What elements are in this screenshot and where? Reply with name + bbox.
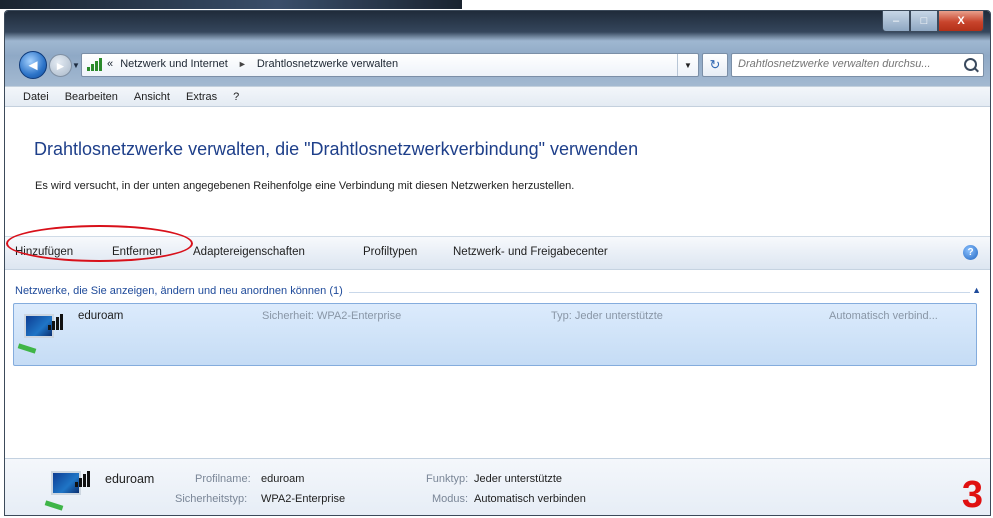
menu-bar: Datei Bearbeiten Ansicht Extras ?: [5, 86, 990, 107]
page-description: Es wird versucht, in der unten angegeben…: [35, 180, 575, 192]
network-mode: Automatisch verbind...: [829, 310, 938, 322]
breadcrumb-separator-icon[interactable]: ►: [231, 59, 254, 69]
collapse-chevron-icon[interactable]: ▲: [972, 285, 981, 295]
back-button[interactable]: ◄: [19, 51, 47, 79]
top-strip: [0, 0, 993, 10]
wireless-network-icon: [44, 467, 91, 513]
security-type-value: WPA2-Enterprise: [261, 493, 346, 505]
recent-pages-dropdown[interactable]: ▼: [72, 61, 80, 70]
refresh-button[interactable]: ↻: [702, 53, 728, 77]
title-bar: – □ X ◄ ► ▼ « Netzwerk und Internet ► Dr…: [5, 11, 990, 86]
forward-button[interactable]: ►: [49, 54, 72, 77]
profile-name-label: Profilname:: [195, 473, 251, 485]
adapter-properties-button[interactable]: Adaptereigenschaften: [193, 246, 305, 258]
network-sharing-center-button[interactable]: Netzwerk- und Freigabecenter: [453, 246, 608, 258]
step-number-annotation: 3: [961, 474, 983, 516]
radio-type-label: Funktyp:: [426, 473, 469, 485]
network-list-item[interactable]: eduroam Sicherheit: WPA2-Enterprise Typ:…: [13, 303, 977, 366]
address-bar[interactable]: « Netzwerk und Internet ► Drahtlosnetzwe…: [81, 53, 699, 77]
network-type: Typ: Jeder unterstützte: [551, 310, 663, 322]
breadcrumb-network-and-internet[interactable]: Netzwerk und Internet: [116, 58, 228, 70]
profile-types-button[interactable]: Profiltypen: [363, 246, 417, 258]
security-type-label: Sicherheitstyp:: [175, 493, 248, 505]
address-dropdown-button[interactable]: ▼: [677, 54, 698, 76]
highlight-annotation-circle: [6, 225, 193, 262]
connection-mode-label: Modus:: [432, 493, 469, 505]
network-name: eduroam: [78, 310, 124, 322]
page-title: Drahtlosnetzwerke verwalten, die "Drahtl…: [34, 139, 639, 159]
network-security: Sicherheit: WPA2-Enterprise: [262, 310, 402, 322]
background-window-sliver: [0, 0, 462, 9]
breadcrumb-overflow[interactable]: «: [107, 58, 113, 70]
forward-arrow-icon: ►: [54, 58, 67, 73]
explorer-window: – □ X ◄ ► ▼ « Netzwerk und Internet ► Dr…: [4, 10, 991, 516]
help-icon[interactable]: ?: [963, 245, 978, 260]
menu-view[interactable]: Ansicht: [126, 91, 178, 103]
details-pane: eduroam Profilname: eduroam Sicherheitst…: [5, 458, 990, 515]
breadcrumb-manage-wireless[interactable]: Drahtlosnetzwerke verwalten: [257, 58, 398, 70]
refresh-icon: ↻: [709, 57, 721, 72]
network-group-header: Netzwerke, die Sie anzeigen, ändern und …: [15, 285, 983, 299]
minimize-button[interactable]: –: [882, 11, 910, 32]
menu-edit[interactable]: Bearbeiten: [57, 91, 126, 103]
maximize-button[interactable]: □: [910, 11, 938, 32]
group-label: Netzwerke, die Sie anzeigen, ändern und …: [15, 285, 349, 297]
wireless-network-icon: [17, 310, 64, 356]
menu-tools[interactable]: Extras: [178, 91, 225, 103]
profile-name-value: eduroam: [261, 473, 305, 485]
search-input[interactable]: [738, 58, 960, 70]
radio-type-value: Jeder unterstützte: [474, 473, 563, 485]
detail-network-name: eduroam: [105, 472, 155, 486]
menu-help[interactable]: ?: [225, 91, 247, 103]
search-box[interactable]: [731, 53, 984, 77]
breadcrumb: « Netzwerk und Internet ► Drahtlosnetzwe…: [107, 58, 398, 70]
connection-mode-value: Automatisch verbinden: [474, 493, 586, 505]
search-icon[interactable]: [964, 58, 977, 71]
menu-file[interactable]: Datei: [15, 91, 57, 103]
back-arrow-icon: ◄: [25, 56, 41, 74]
close-button[interactable]: X: [938, 11, 984, 32]
network-signal-icon: [87, 58, 103, 71]
caption-buttons: – □ X: [882, 11, 984, 32]
